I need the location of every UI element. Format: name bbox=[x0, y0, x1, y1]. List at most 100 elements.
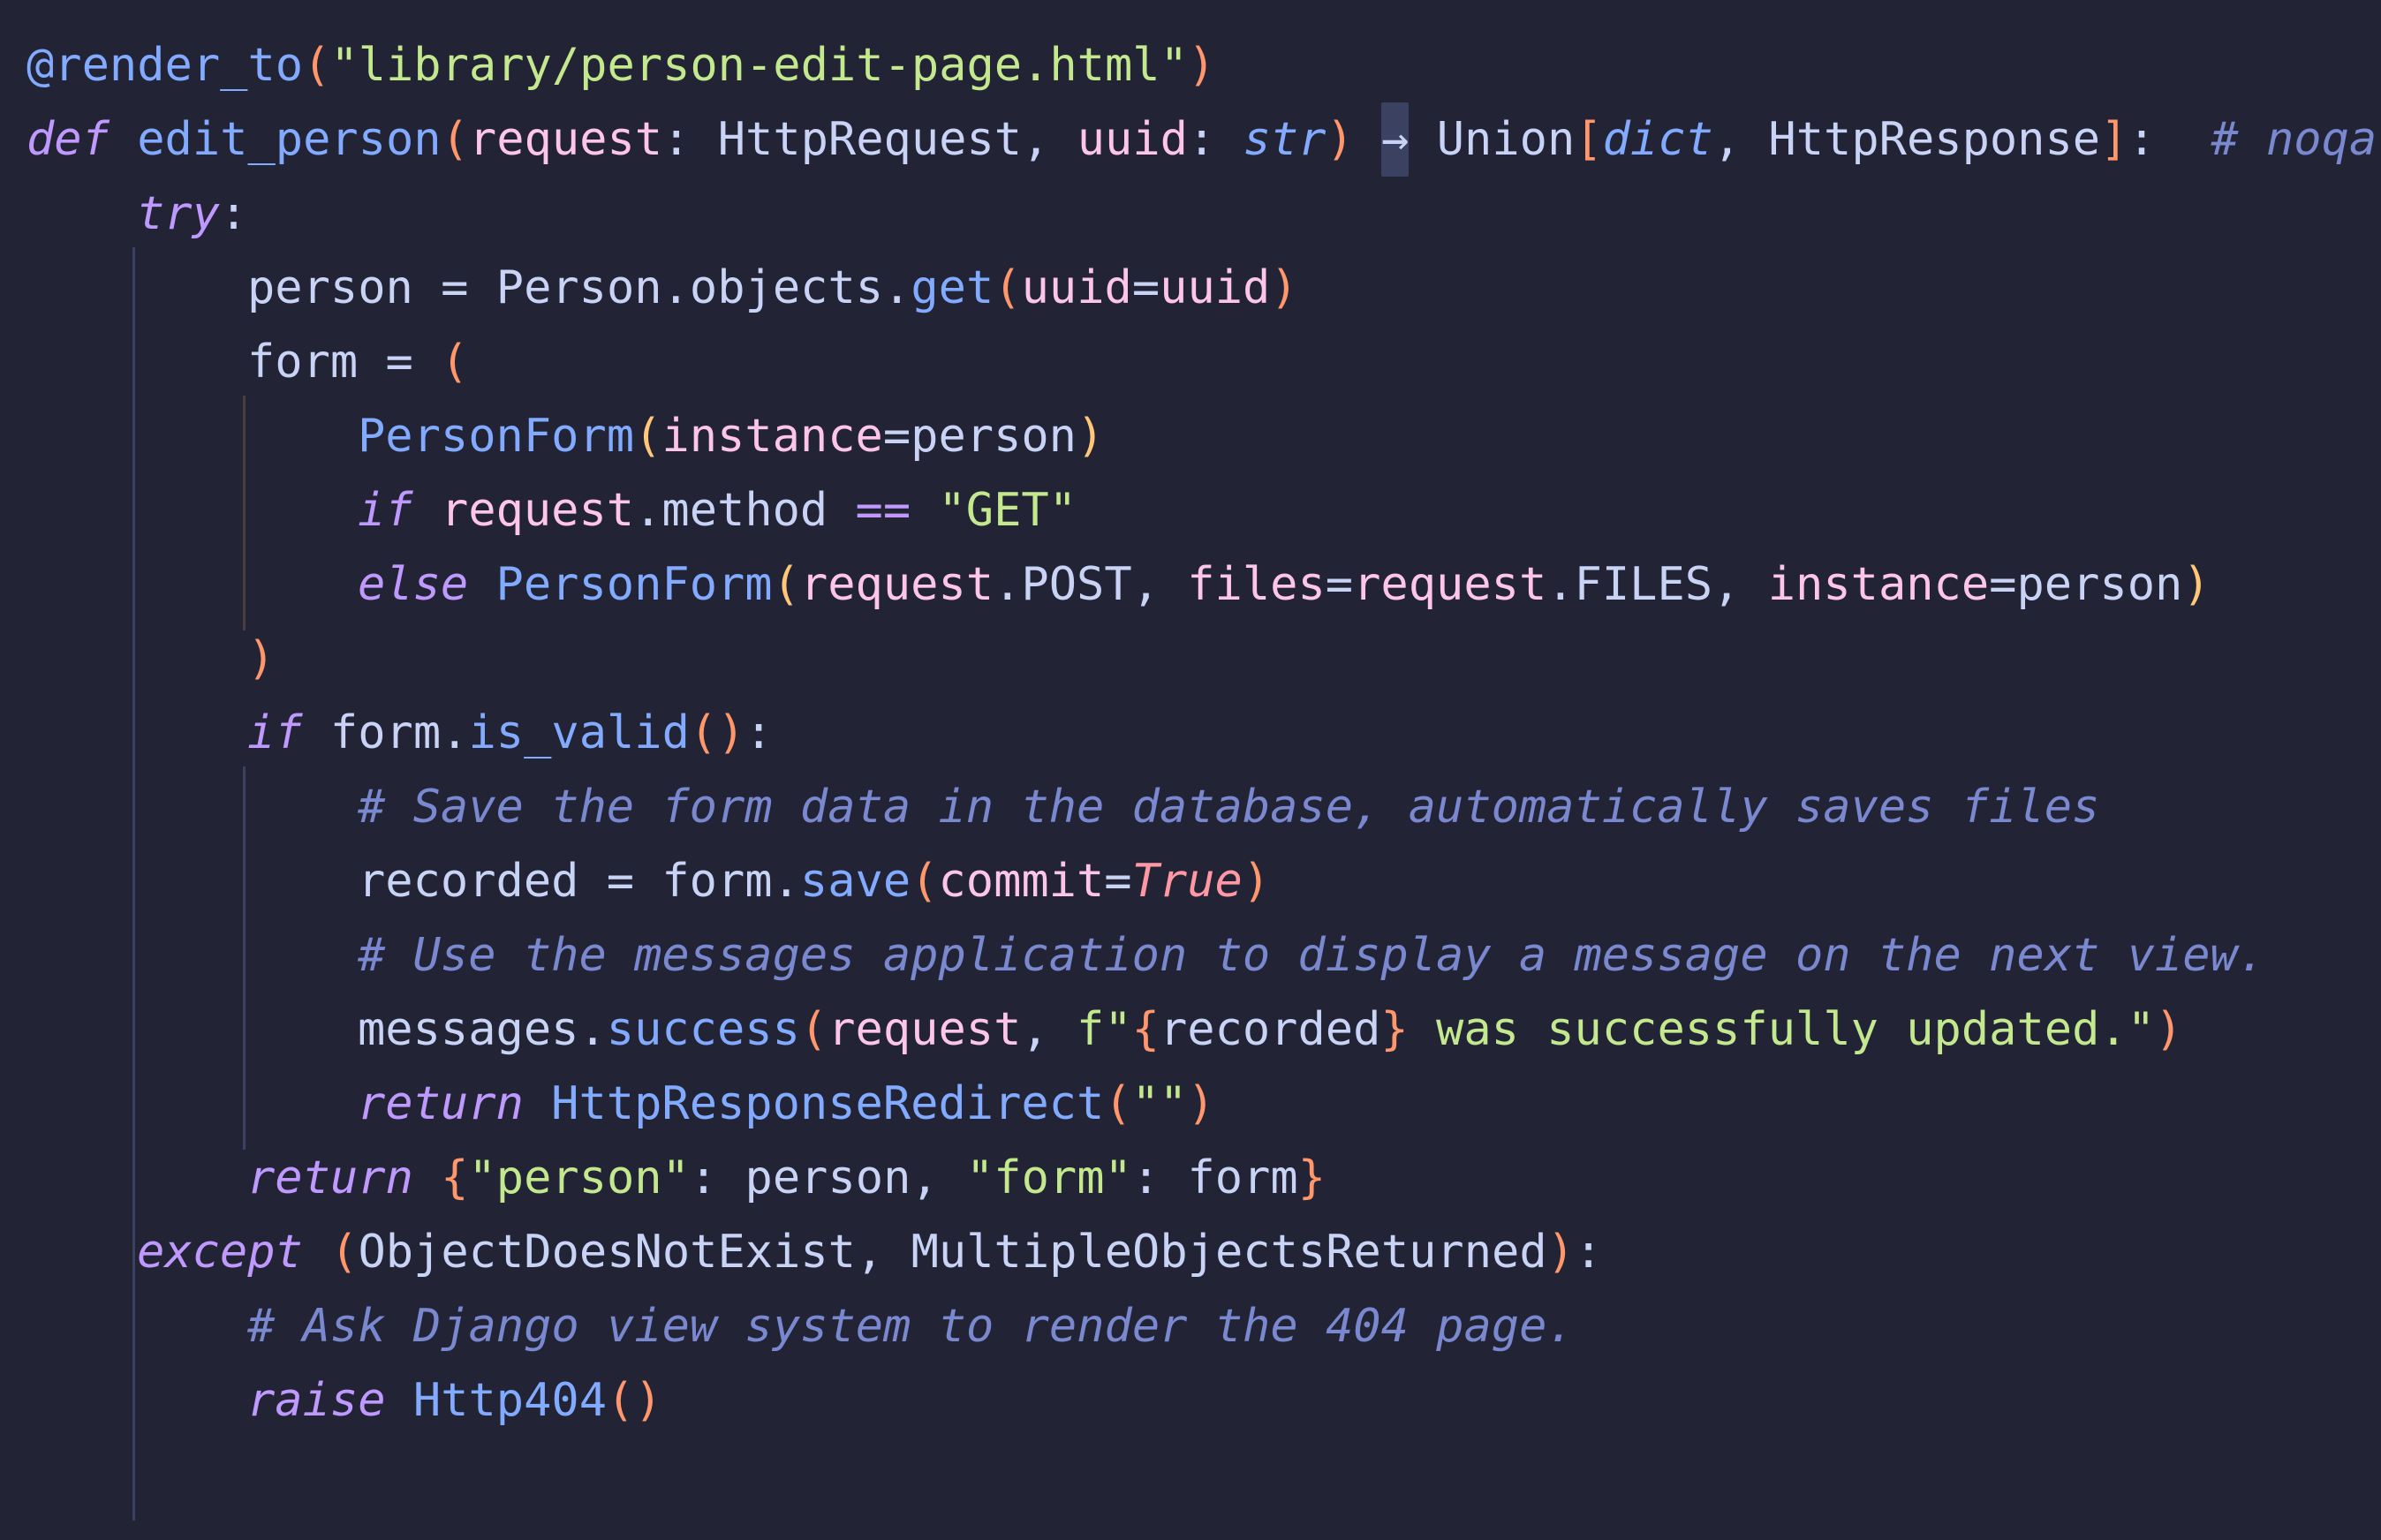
code-token: "form" bbox=[966, 1151, 1132, 1204]
code-line[interactable]: except (ObjectDoesNotExist, MultipleObje… bbox=[137, 1215, 1602, 1289]
code-token: request bbox=[1353, 558, 1547, 611]
code-token: request bbox=[828, 1003, 1022, 1056]
code-token: = bbox=[1104, 855, 1132, 908]
code-line[interactable]: # Use the messages application to displa… bbox=[358, 918, 2265, 993]
code-token: ) bbox=[2155, 1003, 2183, 1056]
code-token: messages. bbox=[358, 1003, 607, 1056]
code-line[interactable]: if form.is_valid(): bbox=[247, 696, 773, 770]
code-token: : bbox=[1574, 1226, 1603, 1279]
code-token: { bbox=[441, 1151, 469, 1204]
code-token: ) bbox=[1187, 1077, 1215, 1130]
code-comment: # noqa bbox=[2211, 113, 2377, 166]
code-token: uuid bbox=[1021, 261, 1132, 314]
code-line[interactable]: recorded = form.save(commit=True) bbox=[358, 844, 1270, 918]
code-token: PersonForm bbox=[358, 410, 635, 463]
code-token: ( bbox=[1104, 1077, 1132, 1130]
code-line[interactable]: return {"person": person, "form": form} bbox=[247, 1141, 1326, 1215]
code-token: , bbox=[1021, 1003, 1077, 1056]
code-token: form. bbox=[302, 706, 469, 759]
code-line[interactable]: # Ask Django view system to render the 4… bbox=[247, 1289, 1575, 1363]
code-line[interactable]: form = ( bbox=[247, 325, 468, 399]
code-token: recorded = form. bbox=[358, 855, 800, 908]
code-token: ( bbox=[330, 1226, 359, 1279]
code-token: @render_to bbox=[26, 39, 304, 92]
code-token: True bbox=[1131, 855, 1243, 908]
indent-guide bbox=[243, 766, 246, 1150]
code-token: HttpResponseRedirect bbox=[551, 1077, 1105, 1130]
code-token: ) bbox=[1187, 39, 1216, 92]
code-token: Http404 bbox=[412, 1374, 608, 1427]
code-line[interactable]: person = Person.objects.get(uuid=uuid) bbox=[247, 251, 1298, 325]
code-token: .method bbox=[634, 484, 856, 537]
code-comment: # Save the form data in the database, au… bbox=[358, 781, 2100, 834]
code-token: get bbox=[911, 261, 994, 314]
code-line[interactable]: PersonForm(instance=person) bbox=[358, 399, 1104, 473]
code-token: "person" bbox=[468, 1151, 690, 1204]
code-token: if bbox=[358, 484, 413, 537]
code-token: == bbox=[855, 484, 911, 537]
code-line[interactable]: @render_to("library/person-edit-page.htm… bbox=[26, 28, 1215, 102]
code-token: : form bbox=[1131, 1151, 1298, 1204]
code-line[interactable]: return HttpResponseRedirect("") bbox=[358, 1067, 1215, 1141]
code-token: { bbox=[1131, 1003, 1160, 1056]
code-token: else bbox=[358, 558, 469, 611]
code-token: : bbox=[219, 187, 248, 240]
code-line[interactable]: else PersonForm(request.POST, files=requ… bbox=[358, 547, 2211, 622]
code-token: request bbox=[468, 113, 663, 166]
code-line[interactable]: if request.method == "GET" bbox=[358, 473, 1077, 547]
code-token: return bbox=[358, 1077, 524, 1130]
code-token: return bbox=[247, 1151, 413, 1204]
code-token: ) bbox=[1077, 410, 1105, 463]
code-token: is_valid bbox=[468, 706, 690, 759]
code-token: "GET" bbox=[938, 484, 1077, 537]
code-token: .FILES, bbox=[1546, 558, 1768, 611]
code-token: .POST, bbox=[994, 558, 1188, 611]
code-token: : bbox=[1187, 113, 1243, 166]
code-token: = bbox=[1131, 261, 1160, 314]
code-token: : bbox=[662, 113, 718, 166]
code-token: edit_person bbox=[137, 113, 442, 166]
code-token: request bbox=[440, 484, 635, 537]
code-token: } bbox=[1380, 1003, 1409, 1056]
code-token: except bbox=[137, 1226, 303, 1279]
indent-guide bbox=[243, 396, 246, 630]
code-token: : bbox=[2128, 113, 2211, 166]
code-token: was successfully updated." bbox=[1408, 1003, 2155, 1056]
code-line[interactable]: def edit_person(request: HttpRequest, uu… bbox=[26, 102, 2377, 177]
code-token: commit bbox=[938, 855, 1105, 908]
code-token: : person, bbox=[689, 1151, 966, 1204]
code-token: ) bbox=[247, 632, 276, 685]
code-token: recorded bbox=[1159, 1003, 1381, 1056]
code-comment: # Ask Django view system to render the 4… bbox=[247, 1300, 1575, 1353]
code-editor[interactable]: @render_to ( "library/person-edit-page.htm… bbox=[0, 0, 2381, 1540]
code-line[interactable]: raise Http404() bbox=[247, 1363, 662, 1438]
indent-guide bbox=[132, 247, 135, 1298]
code-token: success bbox=[606, 1003, 800, 1056]
code-token: ) bbox=[2182, 558, 2211, 611]
code-token: "" bbox=[1131, 1077, 1188, 1130]
code-line[interactable]: # Save the form data in the database, au… bbox=[358, 770, 2099, 844]
code-token: ( bbox=[441, 336, 469, 389]
code-line[interactable]: ) bbox=[247, 622, 275, 696]
code-line[interactable]: messages.success(request, f"{recorded} w… bbox=[358, 993, 2182, 1067]
code-token: ( bbox=[634, 410, 662, 463]
code-token: raise bbox=[247, 1374, 386, 1427]
return-arrow-icon: → bbox=[1381, 102, 1410, 177]
code-token: ) bbox=[1326, 113, 1382, 166]
code-token: () bbox=[607, 1374, 662, 1427]
code-token: Union bbox=[1409, 113, 1576, 166]
code-token: "library/person-edit-page.html" bbox=[330, 39, 1188, 92]
code-token: try bbox=[137, 187, 220, 240]
code-token: [ bbox=[1575, 113, 1603, 166]
code-token: f" bbox=[1077, 1003, 1132, 1056]
code-token: ObjectDoesNotExist, MultipleObjectsRetur… bbox=[358, 1226, 1547, 1279]
code-token: def bbox=[26, 113, 110, 166]
code-line[interactable]: try: bbox=[137, 177, 247, 251]
code-token: save bbox=[799, 855, 911, 908]
